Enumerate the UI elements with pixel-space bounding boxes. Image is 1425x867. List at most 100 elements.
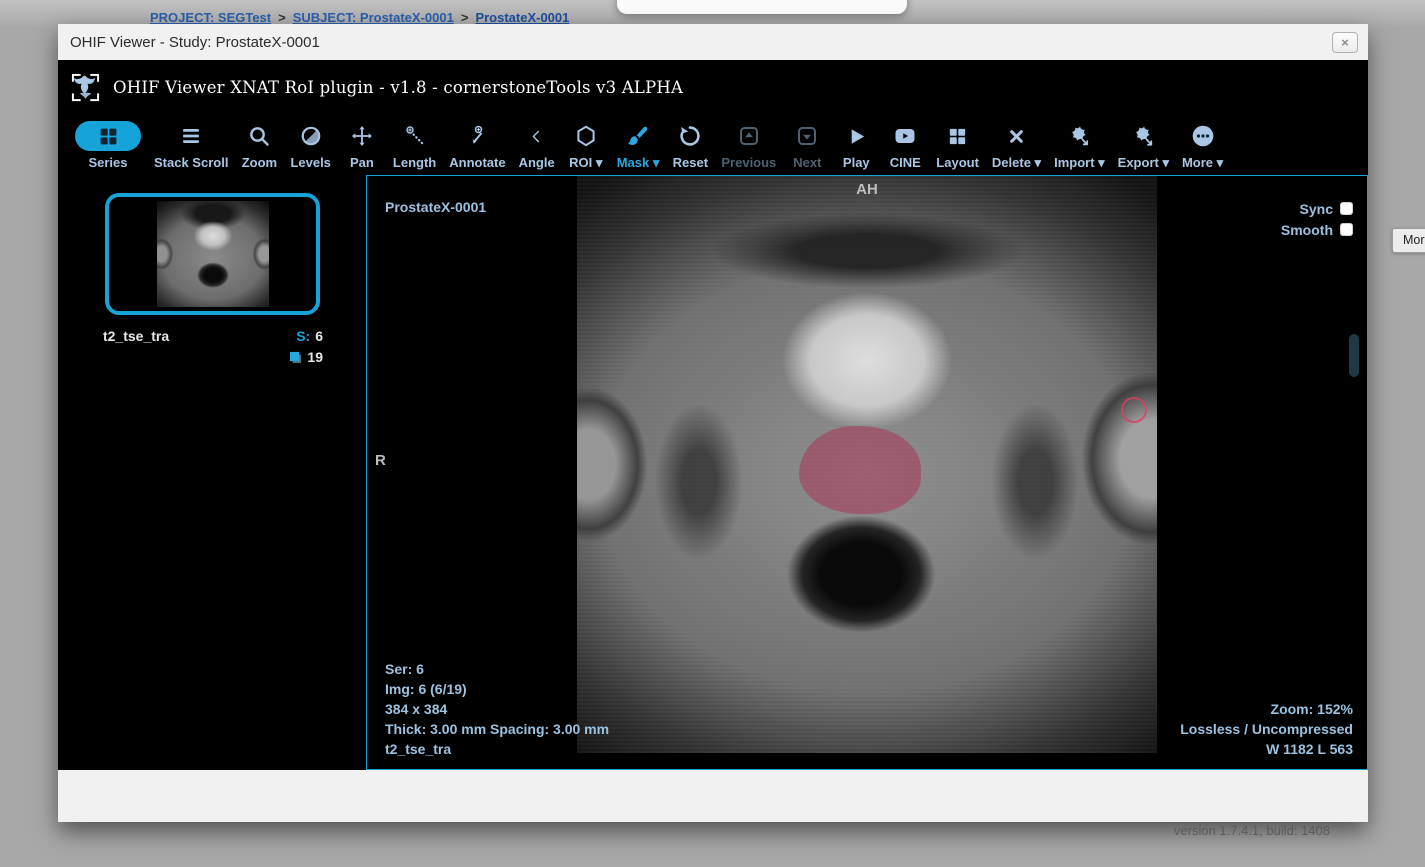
- orientation-marker-top: AH: [856, 181, 878, 198]
- play-icon: [845, 121, 868, 151]
- cine-icon: [892, 121, 918, 151]
- tool-next: Next: [789, 121, 825, 170]
- tool-label: Angle: [519, 155, 555, 170]
- next-icon: [795, 121, 819, 151]
- tool-label: Levels: [290, 155, 330, 170]
- tool-cine[interactable]: CINE: [887, 121, 923, 170]
- top-partial-panel: [617, 0, 907, 14]
- xnatin-icon: [1067, 121, 1092, 151]
- tool-label: Reset: [673, 155, 708, 170]
- app-header: OHIF Viewer XNAT RoI plugin - v1.8 - cor…: [58, 60, 1368, 115]
- tool-roi[interactable]: ROI ▾: [568, 121, 604, 171]
- series-name: t2_tse_tra: [103, 328, 169, 344]
- breadcrumb-separator: >: [454, 10, 476, 25]
- tool-label: Annotate: [449, 155, 505, 170]
- content-area: t2_tse_tra S: 6 19: [58, 175, 1368, 770]
- grid-icon: [75, 121, 141, 151]
- tool-label: More ▾: [1182, 155, 1223, 171]
- tool-pan[interactable]: Pan: [344, 121, 380, 170]
- tool-series[interactable]: Series: [75, 121, 141, 170]
- orientation-marker-left: R: [375, 452, 386, 469]
- tool-label: Length: [393, 155, 436, 170]
- more-tooltip: More: [1392, 228, 1425, 253]
- tool-label: Previous: [721, 155, 776, 170]
- breadcrumb: PROJECT: SEGTest>SUBJECT: ProstateX-0001…: [150, 10, 569, 25]
- tool-angle[interactable]: Angle: [519, 121, 555, 170]
- tool-label: Pan: [350, 155, 374, 170]
- series-number-label: S:: [296, 328, 310, 344]
- series-thumbnail-image: [157, 201, 269, 307]
- smooth-checkbox[interactable]: [1340, 223, 1353, 236]
- instance-count: 19: [307, 349, 323, 365]
- series-number: 6: [315, 328, 323, 344]
- tool-mask[interactable]: Mask ▾: [617, 121, 660, 171]
- image-info-overlay: Ser: 6 Img: 6 (6/19) 384 x 384 Thick: 3.…: [385, 659, 609, 759]
- segmentation-mask-overlay: [799, 426, 921, 514]
- tool-label: CINE: [890, 155, 921, 170]
- tool-label: Series: [88, 155, 127, 170]
- breadcrumb-subject-link[interactable]: SUBJECT: ProstateX-0001: [293, 10, 454, 25]
- stack-count-icon: [289, 351, 302, 364]
- tool-levels[interactable]: Levels: [290, 121, 330, 170]
- sync-label: Sync: [1300, 201, 1333, 217]
- sync-checkbox[interactable]: [1340, 202, 1353, 215]
- tool-delete[interactable]: Delete ▾: [992, 121, 1041, 171]
- breadcrumb-session-link[interactable]: ProstateX-0001: [475, 10, 569, 25]
- ohif-viewer-modal: OHIF Viewer - Study: ProstateX-0001 × OH…: [58, 24, 1368, 822]
- overlay-line: Zoom: 152%: [1180, 699, 1353, 719]
- overlay-line: W 1182 L 563: [1180, 739, 1353, 759]
- tool-stack-scroll[interactable]: Stack Scroll: [154, 121, 228, 170]
- tool-annotate[interactable]: Annotate: [449, 121, 505, 170]
- tool-length[interactable]: Length: [393, 121, 436, 170]
- tool-label: Layout: [936, 155, 979, 170]
- modal-footer: [58, 770, 1368, 822]
- stack-scrollbar[interactable]: [1349, 334, 1359, 377]
- tool-layout[interactable]: Layout: [936, 121, 979, 170]
- breadcrumb-separator: >: [271, 10, 293, 25]
- mask-icon: [626, 121, 650, 151]
- tool-label: Import ▾: [1054, 155, 1105, 171]
- pan-icon: [350, 121, 374, 151]
- levels-icon: [299, 121, 323, 151]
- more-icon: [1190, 121, 1216, 151]
- tool-zoom[interactable]: Zoom: [241, 121, 277, 170]
- overlay-line: Lossless / Uncompressed: [1180, 719, 1353, 739]
- mri-image[interactable]: [577, 176, 1157, 753]
- stack-icon: [179, 121, 203, 151]
- tool-label: Mask ▾: [617, 155, 660, 171]
- series-panel: t2_tse_tra S: 6 19: [58, 175, 366, 770]
- breadcrumb-project-link[interactable]: PROJECT: SEGTest: [150, 10, 271, 25]
- overlay-line: t2_tse_tra: [385, 739, 609, 759]
- tool-label: Next: [793, 155, 821, 170]
- tool-export[interactable]: Export ▾: [1118, 121, 1169, 171]
- overlay-line: Ser: 6: [385, 659, 609, 679]
- tool-label: ROI ▾: [569, 155, 602, 171]
- page-background: PROJECT: SEGTest>SUBJECT: ProstateX-0001…: [0, 0, 1425, 867]
- tool-play[interactable]: Play: [838, 121, 874, 170]
- overlay-line: Img: 6 (6/19): [385, 679, 609, 699]
- tool-import[interactable]: Import ▾: [1054, 121, 1105, 171]
- toolbar: Series Stack Scroll Zoom Levels Pan Length Ann…: [58, 115, 1368, 175]
- viewport-options: Sync Smooth: [1281, 198, 1353, 240]
- overlay-line: Thick: 3.00 mm Spacing: 3.00 mm: [385, 719, 609, 739]
- xnat-logo-icon: [67, 70, 103, 106]
- close-icon[interactable]: ×: [1332, 32, 1358, 53]
- tool-label: Play: [843, 155, 870, 170]
- delete-icon: [1006, 121, 1027, 151]
- app-title: OHIF Viewer XNAT RoI plugin - v1.8 - cor…: [113, 78, 683, 97]
- tool-label: Stack Scroll: [154, 155, 228, 170]
- roi-icon: [574, 121, 598, 151]
- smooth-label: Smooth: [1281, 222, 1333, 238]
- tool-label: Delete ▾: [992, 155, 1041, 171]
- tool-reset[interactable]: Reset: [672, 121, 708, 170]
- patient-id-overlay: ProstateX-0001: [385, 199, 486, 215]
- version-label: version 1.7.4.1, build: 1408: [1174, 823, 1330, 838]
- series-thumbnail[interactable]: [105, 193, 320, 315]
- zoom-icon: [247, 121, 271, 151]
- overlay-line: 384 x 384: [385, 699, 609, 719]
- modal-title: OHIF Viewer - Study: ProstateX-0001: [70, 34, 320, 51]
- layout-icon: [946, 121, 969, 151]
- viewport[interactable]: ProstateX-0001 AH R Sync Smooth Ser: 6 I…: [366, 175, 1368, 770]
- tool-more[interactable]: More ▾: [1182, 121, 1223, 171]
- tool-previous: Previous: [721, 121, 776, 170]
